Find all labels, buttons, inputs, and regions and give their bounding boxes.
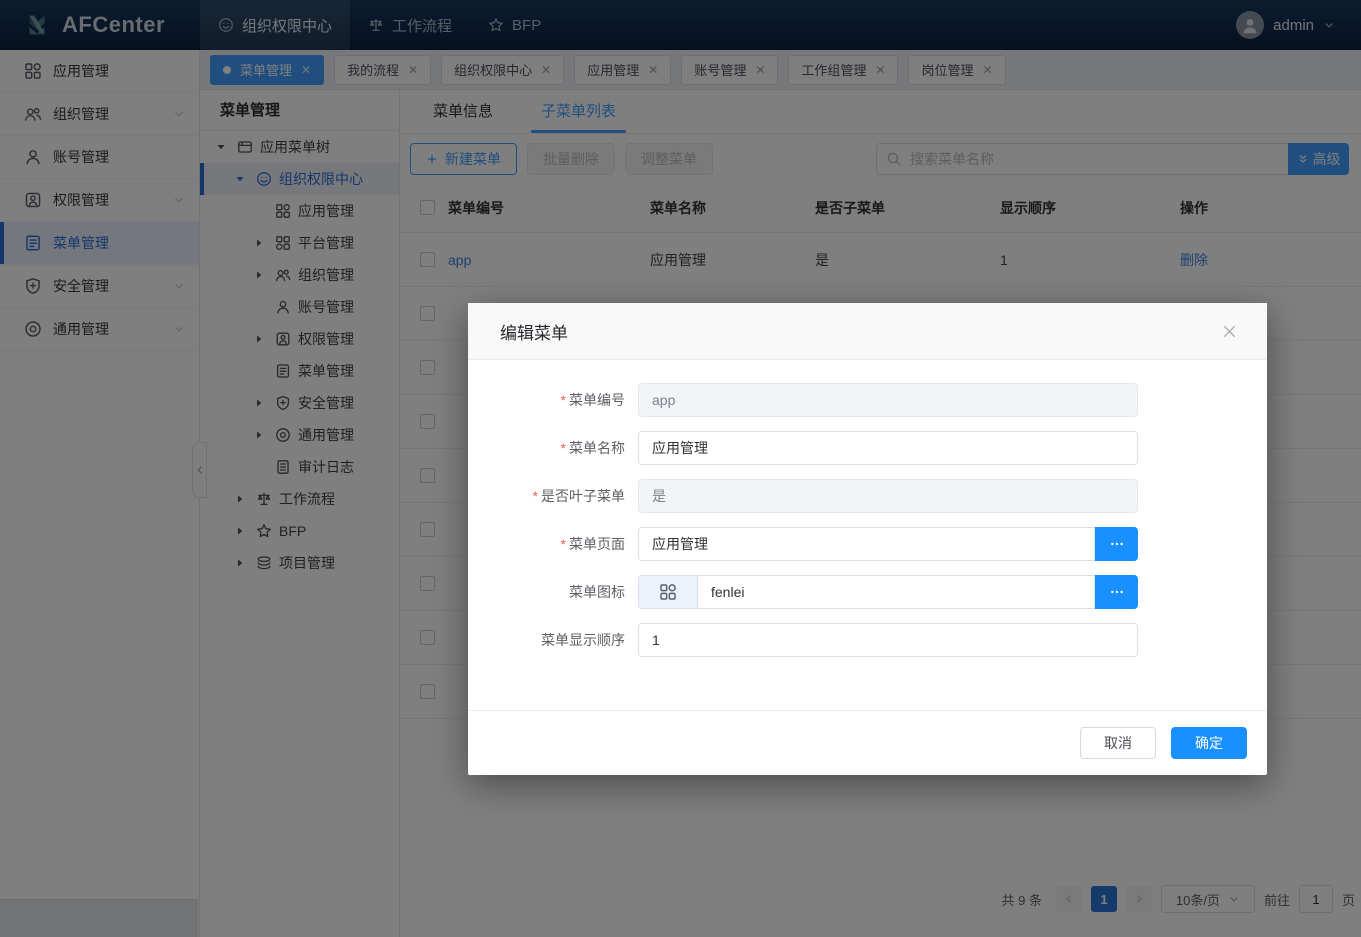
cancel-button[interactable]: 取消 [1080, 727, 1156, 759]
grid-icon [659, 583, 677, 601]
required-asterisk: * [561, 440, 566, 456]
required-asterisk: * [533, 488, 538, 504]
required-asterisk: * [561, 392, 566, 408]
ellipsis-icon [1109, 536, 1125, 552]
field-input-menu-order[interactable] [638, 623, 1138, 657]
field-input-menu-page[interactable] [638, 527, 1095, 561]
ellipsis-icon [1109, 584, 1125, 600]
modal-header: 编辑菜单 [468, 303, 1267, 360]
modal-body: *菜单编号 *菜单名称 *是否叶子菜单 *菜单页面 菜单图标 菜单显示顺序 [468, 360, 1267, 710]
modal-title: 编辑菜单 [500, 319, 568, 344]
field-label-menu-page: *菜单页面 [468, 534, 625, 554]
field-label-menu-icon: 菜单图标 [468, 582, 625, 602]
picker-button-menu-page[interactable] [1095, 527, 1138, 561]
form-field-menu-page: *菜单页面 [468, 527, 1267, 561]
field-input-menu-icon[interactable] [698, 575, 1095, 609]
field-label-menu-order: 菜单显示顺序 [468, 630, 625, 650]
field-input-menu-id [638, 383, 1138, 417]
close-icon[interactable] [1222, 324, 1237, 339]
field-label-menu-id: *菜单编号 [468, 390, 625, 410]
field-input-menu-name[interactable] [638, 431, 1138, 465]
form-field-is-leaf-menu: *是否叶子菜单 [468, 479, 1267, 513]
confirm-button[interactable]: 确定 [1171, 727, 1247, 759]
field-label-menu-name: *菜单名称 [468, 438, 625, 458]
form-field-menu-order: 菜单显示顺序 [468, 623, 1267, 657]
picker-button-menu-icon[interactable] [1095, 575, 1138, 609]
form-field-menu-icon: 菜单图标 [468, 575, 1267, 609]
required-asterisk: * [561, 536, 566, 552]
form-field-menu-name: *菜单名称 [468, 431, 1267, 465]
edit-menu-modal: 编辑菜单 *菜单编号 *菜单名称 *是否叶子菜单 *菜单页面 菜单图标 菜单显示… [468, 303, 1267, 775]
modal-footer: 取消 确定 [468, 710, 1267, 775]
field-input-is-leaf-menu [638, 479, 1138, 513]
icon-preview-menu-icon [638, 575, 698, 609]
field-label-is-leaf-menu: *是否叶子菜单 [468, 486, 625, 506]
form-field-menu-id: *菜单编号 [468, 383, 1267, 417]
